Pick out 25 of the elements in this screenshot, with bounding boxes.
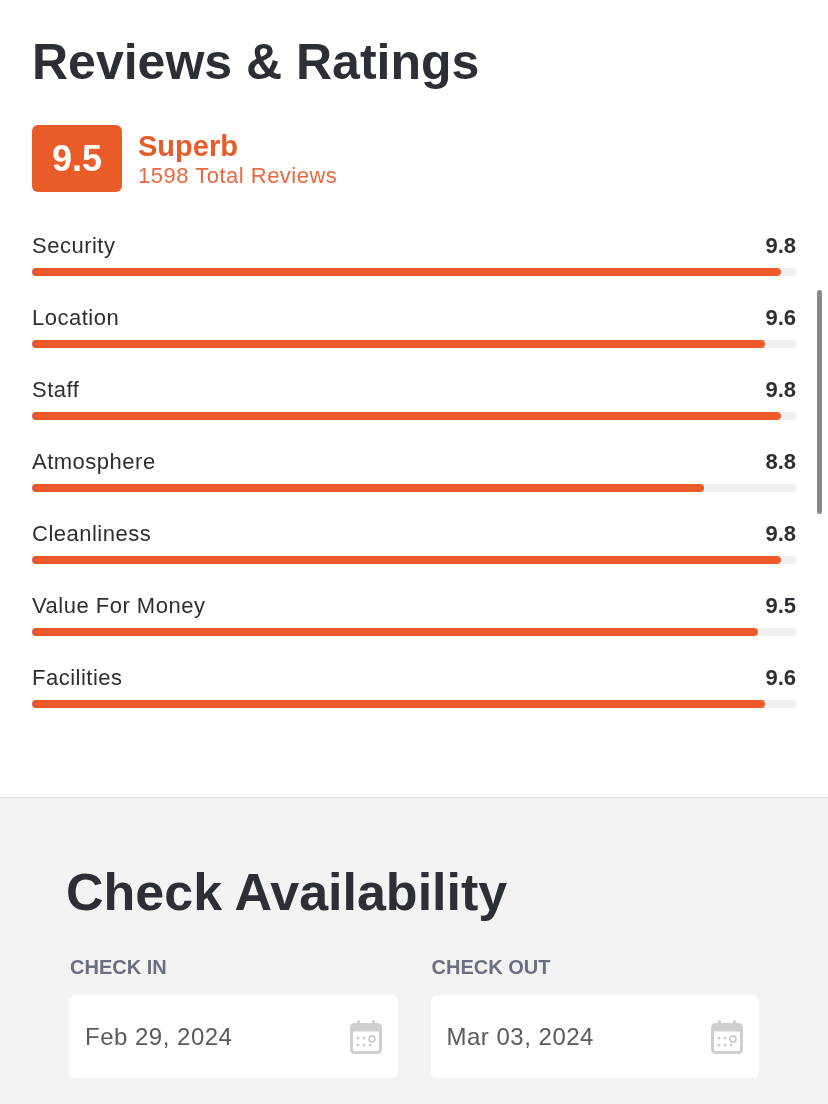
category-label: Atmosphere xyxy=(32,447,156,476)
review-count: 1598 Total Reviews xyxy=(138,162,338,189)
rating-label: Superb xyxy=(138,128,239,163)
category-label: Cleanliness xyxy=(32,519,152,548)
field-label: CHECK IN xyxy=(70,955,168,980)
category-label: Location xyxy=(32,303,120,332)
category-label: Value For Money xyxy=(32,591,206,620)
score-badge: 9.5 xyxy=(32,125,122,192)
category-label: Staff xyxy=(32,375,80,404)
calendar-icon xyxy=(349,1019,382,1054)
date-field[interactable]: Mar 03, 2024 xyxy=(430,995,759,1078)
category-score: 9.8 xyxy=(765,519,796,548)
category-score: 9.8 xyxy=(765,375,796,404)
date-field[interactable]: Feb 29, 2024 xyxy=(69,995,398,1078)
category-label: Facilities xyxy=(32,663,123,692)
category-score: 9.5 xyxy=(765,591,796,620)
category-label: Security xyxy=(32,231,116,260)
calendar-icon xyxy=(711,1019,743,1054)
field-label: CHECK OUT xyxy=(431,955,552,980)
section-title: Reviews & Ratings xyxy=(32,33,481,92)
category-score: 9.6 xyxy=(765,303,796,332)
category-score: 9.8 xyxy=(765,231,796,260)
category-score: 8.8 xyxy=(765,447,796,476)
category-score: 9.6 xyxy=(765,663,796,692)
section-title: Check Availability xyxy=(66,862,509,923)
